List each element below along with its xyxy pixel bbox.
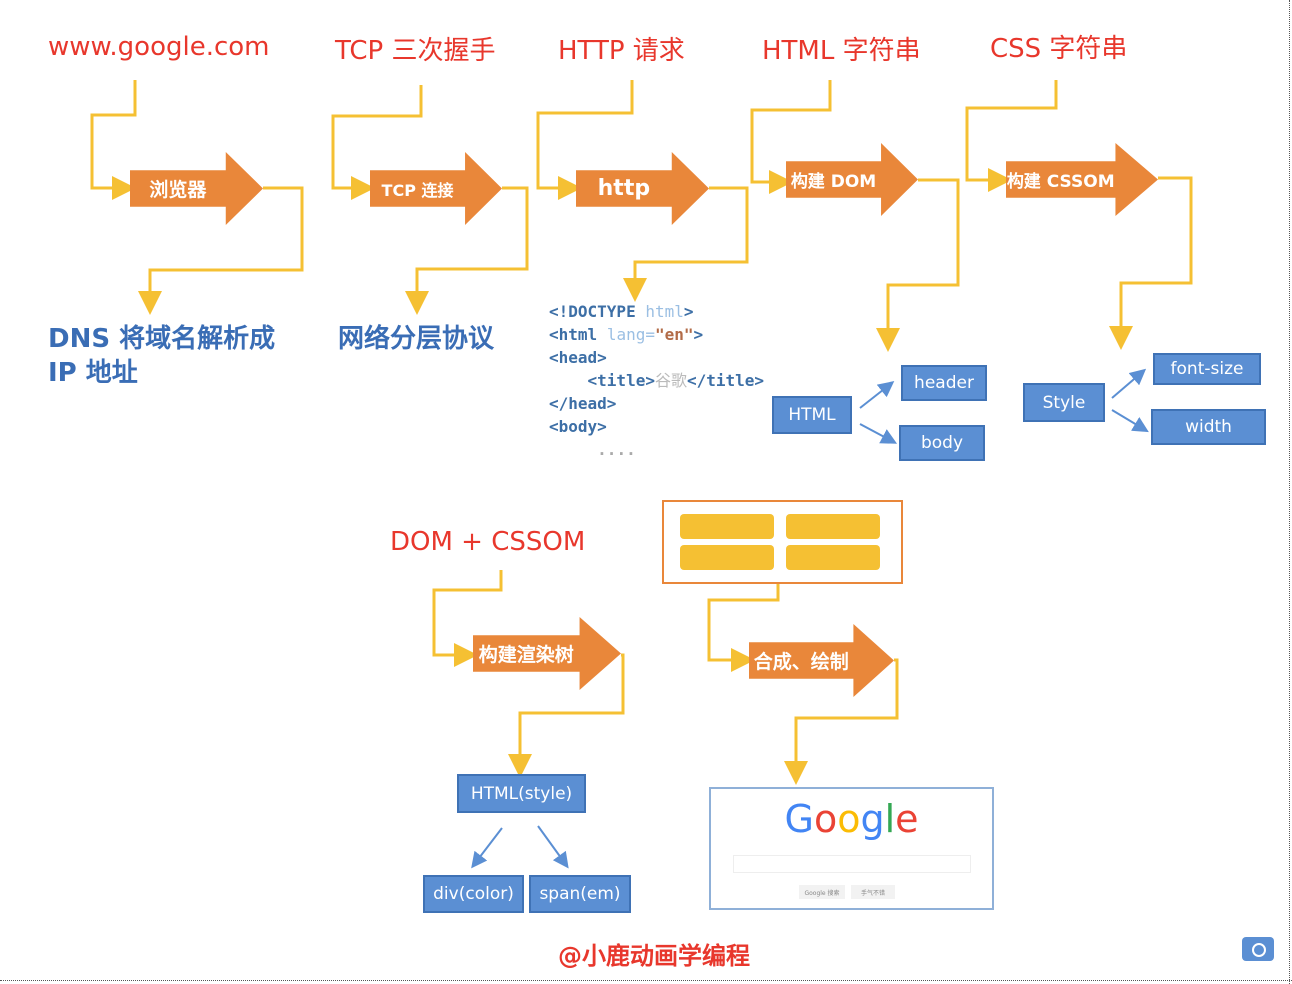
label-network-layers: 网络分层协议 (338, 324, 495, 354)
tree-edge (537, 825, 569, 869)
node-html-style: HTML(style) (457, 774, 586, 813)
arrow-label: 浏览器 (149, 179, 207, 201)
node-style: Style (1023, 383, 1105, 422)
tree-edge (859, 423, 898, 444)
lucky-button: 手气不错 (851, 885, 895, 899)
arrow-label: 构建 CSSOM (1006, 172, 1115, 192)
search-input (733, 855, 971, 873)
connector (876, 178, 960, 352)
node-div-color: div(color) (423, 875, 524, 913)
html-code-snippet: <!DOCTYPE html> <html lang="en"> <head> … (549, 302, 765, 459)
arrow-label: 构建 DOM (790, 172, 877, 192)
arrow-label: 合成、绘制 (753, 651, 849, 673)
layout-block (680, 545, 774, 570)
label-url: www.google.com (48, 32, 270, 62)
diagram-canvas: www.google.com TCP 三次握手 HTTP 请求 HTML 字符串… (0, 0, 1292, 984)
watermark: @小鹿动画学编程 (558, 942, 750, 970)
label-css-string: CSS 字符串 (990, 34, 1128, 64)
node-span-em: span(em) (529, 875, 631, 913)
arrow-label: 构建渲染树 (478, 644, 574, 666)
tree-edge (1111, 409, 1149, 433)
label-html-string: HTML 字符串 (762, 36, 921, 66)
right-border (1289, 0, 1290, 984)
google-page-preview: Google Google 搜索 手气不错 (709, 787, 994, 910)
layout-block (786, 514, 880, 539)
layout-blocks-illustration (662, 500, 903, 584)
label-http-request: HTTP 请求 (558, 36, 685, 66)
label-dns: DNS 将域名解析成 IP 地址 (48, 324, 276, 388)
arrow-label: http (597, 176, 651, 201)
tree-edge (859, 381, 895, 409)
layout-block (786, 545, 880, 570)
tree-edge (471, 827, 503, 869)
connector (90, 80, 137, 200)
google-logo: Google (784, 797, 919, 841)
node-font-size: font-size (1153, 353, 1261, 385)
node-header: header (901, 365, 987, 401)
search-button: Google 搜索 (799, 885, 845, 899)
node-body: body (899, 425, 985, 461)
node-width: width (1151, 409, 1266, 445)
layout-block (680, 514, 774, 539)
connectors (90, 80, 1193, 869)
arrow-label: TCP 连接 (381, 180, 454, 200)
bottom-border (0, 980, 1292, 981)
camera-icon[interactable] (1242, 937, 1274, 961)
label-tcp-handshake: TCP 三次握手 (335, 36, 496, 66)
tree-edge (1111, 368, 1147, 399)
node-html: HTML (772, 396, 852, 434)
label-dom-cssom: DOM + CSSOM (390, 527, 586, 557)
